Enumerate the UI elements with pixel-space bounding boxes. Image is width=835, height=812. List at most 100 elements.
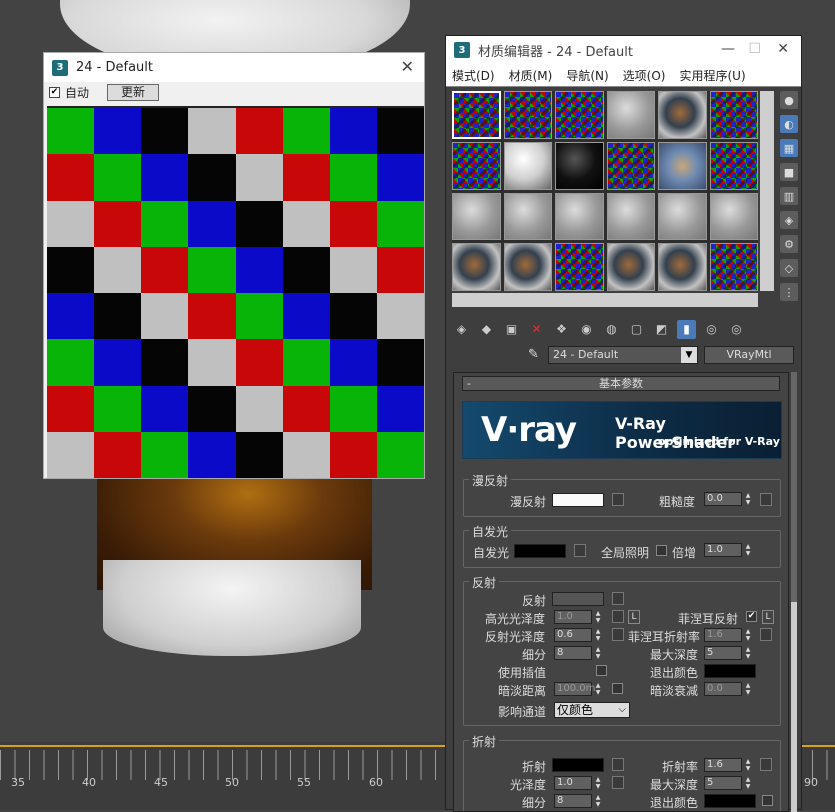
gloss-spinner[interactable]: 1.0 [554,776,592,790]
menu-navigation[interactable]: 导航(N) [566,67,608,84]
backlight-icon[interactable]: ◐ [780,115,798,133]
fresnel-lock-button[interactable]: L [762,610,774,624]
go-to-parent-icon[interactable]: ◎ [702,320,721,339]
material-slot[interactable] [709,141,758,190]
subdivs-spinner[interactable]: 8 [554,794,592,808]
make-copy-icon[interactable]: ❖ [552,320,571,339]
material-slot[interactable] [709,91,758,139]
exit-color-swatch[interactable] [704,794,756,808]
hilight-gloss-spinner[interactable]: 1.0 [554,610,592,624]
material-name-dropdown[interactable]: 24 - Default ▼ [548,346,698,364]
background-icon[interactable]: ▦ [780,139,798,157]
material-slot[interactable] [503,91,552,139]
slots-horizontal-scrollbar[interactable] [452,293,758,307]
spinner-arrows-icon[interactable]: ▲ ▼ [744,682,752,696]
material-slot[interactable] [658,243,707,291]
make-preview-icon[interactable]: ◈ [780,211,798,229]
material-slot[interactable] [503,243,552,291]
refl-gloss-spinner[interactable]: 0.6 [554,628,592,642]
minimize-icon[interactable]: — [721,41,735,57]
gi-checkbox[interactable] [656,545,667,556]
basic-params-rollout[interactable]: - 基本参数 [462,376,780,391]
spinner-arrows-icon[interactable]: ▲ ▼ [594,628,602,642]
diffuse-color-swatch[interactable] [552,493,604,507]
affect-channels-dropdown[interactable]: 仅颜色 ⌵ [554,702,630,718]
material-slot[interactable] [555,141,604,190]
fresnel-ior-map-button[interactable] [760,628,772,641]
menu-material[interactable]: 材质(M) [509,67,553,84]
panel-scrollbar-thumb[interactable] [791,602,797,812]
hilight-gloss-map-button[interactable] [612,610,624,623]
reset-map-icon[interactable]: ✕ [527,320,546,339]
spinner-arrows-icon[interactable]: ▲ ▼ [744,543,752,557]
spinner-arrows-icon[interactable]: ▲ ▼ [744,628,752,642]
refract-map-button[interactable] [612,758,624,771]
exit-color-swatch[interactable] [704,664,756,678]
material-slot[interactable] [709,192,758,241]
material-slot[interactable] [555,192,604,241]
self-illum-map-button[interactable] [574,544,586,557]
spinner-arrows-icon[interactable]: ▲ ▼ [594,682,602,696]
make-unique-icon[interactable]: ◉ [577,320,596,339]
fresnel-ior-spinner[interactable]: 1.6 [704,628,742,642]
subdivs-spinner[interactable]: 8 [554,646,592,660]
panel-scrollbar[interactable] [791,372,797,812]
material-slot[interactable] [555,91,604,139]
spinner-arrows-icon[interactable]: ▲ ▼ [744,758,752,772]
fresnel-checkbox[interactable]: ✔ [746,611,757,622]
spinner-arrows-icon[interactable]: ▲ ▼ [744,492,752,506]
update-button[interactable]: 更新 [107,83,160,101]
roughness-spinner[interactable]: 0.0 [704,492,742,506]
use-interp-checkbox[interactable] [596,665,607,676]
material-slot[interactable] [452,192,501,241]
max-depth-spinner[interactable]: 5 [704,776,742,790]
eyedropper-icon[interactable]: ✎ [528,347,539,362]
menu-options[interactable]: 选项(O) [623,67,666,84]
spinner-arrows-icon[interactable]: ▲ ▼ [594,776,602,790]
sample-type-icon[interactable]: ● [780,91,798,109]
spinner-arrows-icon[interactable]: ▲ ▼ [744,646,752,660]
go-forward-sibling-icon[interactable]: ◎ [727,320,746,339]
ior-spinner[interactable]: 1.6 [704,758,742,772]
maximize-icon[interactable]: ☐ [748,41,761,57]
gloss-map-button[interactable] [612,776,624,789]
material-slot[interactable] [452,141,501,190]
material-slot[interactable] [709,243,758,291]
material-slot[interactable] [658,91,707,139]
menu-mode[interactable]: 模式(D) [452,67,495,84]
max-depth-spinner[interactable]: 5 [704,646,742,660]
assign-material-icon[interactable]: ▣ [502,320,521,339]
material-slot[interactable] [503,141,552,190]
video-color-check-icon[interactable]: ▥ [780,187,798,205]
multiplier-spinner[interactable]: 1.0 [704,543,742,557]
auto-checkbox[interactable]: ✔ [49,86,60,98]
refract-color-swatch[interactable] [552,758,604,772]
material-slot[interactable] [503,192,552,241]
hilight-lock-button[interactable]: L [628,610,640,624]
chevron-down-icon[interactable]: ▼ [681,347,697,363]
menu-utilities[interactable]: 实用程序(U) [679,67,745,84]
dim-distance-checkbox[interactable] [612,683,623,694]
options-icon[interactable]: ⚙ [780,235,798,253]
material-type-button[interactable]: VRayMtl [704,346,794,364]
refl-gloss-map-button[interactable] [612,628,624,641]
reflect-map-button[interactable] [612,592,624,605]
exit-color-checkbox[interactable] [762,795,773,806]
self-illum-color-swatch[interactable] [514,544,566,558]
dim-distance-spinner[interactable]: 100.0m [554,682,595,696]
material-slot[interactable] [658,192,707,241]
diffuse-map-button[interactable] [612,493,624,506]
roughness-map-button[interactable] [760,493,772,506]
preview-title-bar[interactable]: 3 24 - Default ✕ [44,53,424,82]
material-slot[interactable] [452,91,501,139]
spinner-arrows-icon[interactable]: ▲ ▼ [594,794,602,808]
spinner-arrows-icon[interactable]: ▲ ▼ [594,610,602,624]
material-slot[interactable] [452,243,501,291]
put-to-library-icon[interactable]: ◍ [602,320,621,339]
close-icon[interactable]: ✕ [777,41,789,57]
material-slot[interactable] [606,91,655,139]
select-by-material-icon[interactable]: ◇ [780,259,798,277]
material-id-icon[interactable]: ▢ [627,320,646,339]
material-slot[interactable] [555,243,604,291]
show-shaded-icon[interactable]: ◩ [652,320,671,339]
